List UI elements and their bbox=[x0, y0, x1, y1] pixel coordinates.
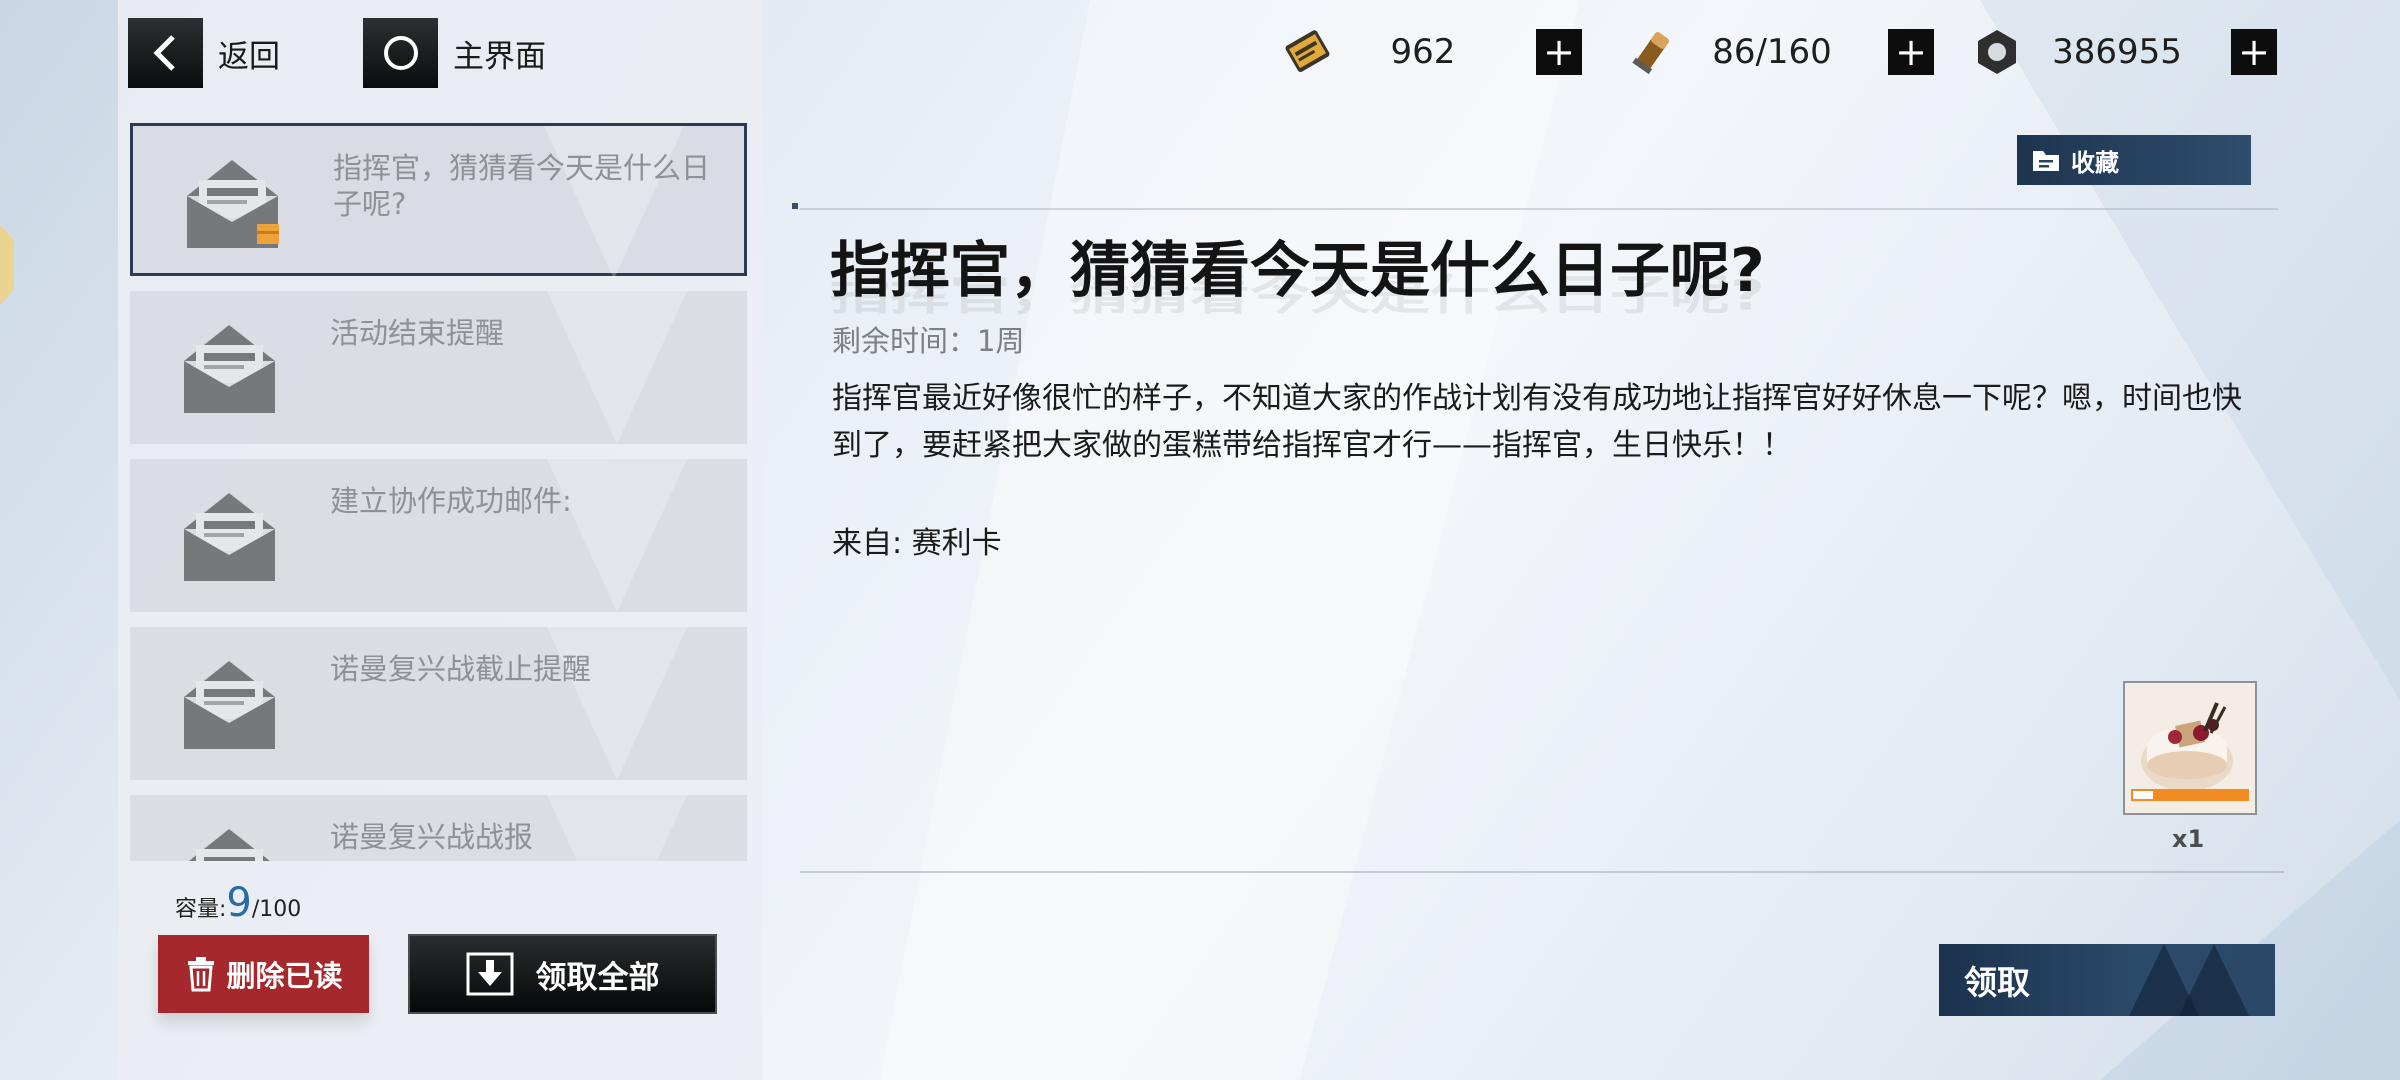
ammo-value: 86/160 bbox=[1712, 32, 1832, 72]
mail-list-item[interactable]: 指挥官，猜猜看今天是什么日子呢? bbox=[130, 123, 747, 279]
mail-list-item[interactable]: 诺曼复兴战战报 bbox=[130, 795, 747, 861]
mail-capacity: 容量:9/100 bbox=[175, 880, 301, 926]
resource-parts: 386955 + bbox=[1967, 22, 2277, 82]
add-parts-button[interactable]: + bbox=[2231, 29, 2277, 75]
divider bbox=[800, 871, 2284, 873]
divider-marker bbox=[792, 203, 798, 209]
reward-quantity: x1 bbox=[2172, 825, 2205, 853]
circle-home-icon bbox=[363, 18, 438, 88]
mail-list-item[interactable]: 诺曼复兴战截止提醒 bbox=[130, 627, 747, 780]
parts-value: 386955 bbox=[2052, 32, 2182, 72]
capacity-current: 9 bbox=[226, 880, 252, 926]
mail-body: 指挥官最近好像很忙的样子，不知道大家的作战计划有没有成功地让指挥官好好休息一下呢… bbox=[832, 381, 2242, 463]
home-button[interactable]: 主界面 bbox=[363, 18, 546, 88]
home-label: 主界面 bbox=[453, 38, 546, 75]
chevron-left-icon bbox=[128, 18, 203, 88]
delete-read-button[interactable]: 删除已读 bbox=[158, 935, 369, 1013]
item-decoration bbox=[547, 627, 687, 780]
capacity-max: /100 bbox=[251, 897, 302, 922]
claim-label: 领取 bbox=[1964, 963, 2030, 1002]
capacity-label: 容量: bbox=[175, 897, 227, 922]
mail-list-item[interactable]: 活动结束提醒 bbox=[130, 291, 747, 444]
item-decoration bbox=[547, 291, 687, 444]
battery-value: 962 bbox=[1390, 32, 1456, 72]
back-label: 返回 bbox=[218, 38, 280, 75]
add-battery-button[interactable]: + bbox=[1536, 29, 1582, 75]
favorite-button[interactable]: 收藏 bbox=[2017, 135, 2251, 185]
reward-item[interactable] bbox=[2123, 681, 2257, 815]
edge-decoration bbox=[0, 225, 14, 305]
add-ammo-button[interactable]: + bbox=[1888, 29, 1934, 75]
folder-icon bbox=[2031, 147, 2061, 173]
mail-list-item-title: 指挥官，猜猜看今天是什么日子呢? bbox=[333, 151, 711, 221]
resource-ammo: 86/160 + bbox=[1622, 22, 1934, 82]
mail-sender: 来自: 赛利卡 bbox=[832, 526, 1002, 561]
open-envelope-icon bbox=[182, 489, 277, 581]
claim-all-label: 领取全部 bbox=[535, 959, 660, 996]
delete-read-label: 删除已读 bbox=[226, 959, 343, 993]
claim-button[interactable]: 领取 bbox=[1939, 944, 2275, 1016]
gear-nut-icon bbox=[1967, 22, 2027, 82]
item-decoration bbox=[547, 459, 687, 612]
button-decoration bbox=[2179, 944, 2249, 1016]
open-envelope-attachment-icon bbox=[185, 156, 280, 248]
mail-list-item-title: 诺曼复兴战截止提醒 bbox=[330, 652, 592, 686]
mail-list[interactable]: 指挥官，猜猜看今天是什么日子呢? 活动结束提醒建立协作成功邮件: 诺曼复兴战截止提醒… bbox=[130, 123, 747, 861]
back-button[interactable]: 返回 bbox=[128, 18, 280, 88]
mail-list-item-title: 活动结束提醒 bbox=[330, 316, 505, 350]
divider bbox=[800, 208, 2278, 210]
open-envelope-icon bbox=[182, 657, 277, 749]
battery-ticket-icon bbox=[1278, 22, 1338, 82]
mail-list-item[interactable]: 建立协作成功邮件: bbox=[130, 459, 747, 612]
open-envelope-icon bbox=[182, 321, 277, 413]
remaining-time: 剩余时间：1周 bbox=[832, 324, 1025, 358]
background-shard bbox=[1980, 0, 2400, 700]
resource-battery: 962 + bbox=[1278, 22, 1582, 82]
mail-list-item-title: 诺曼复兴战战报 bbox=[330, 820, 534, 854]
download-icon bbox=[466, 952, 514, 996]
claim-all-button[interactable]: 领取全部 bbox=[408, 934, 717, 1014]
mail-list-item-title: 建立协作成功邮件: bbox=[330, 484, 572, 518]
trash-icon bbox=[184, 956, 218, 992]
favorite-label: 收藏 bbox=[2071, 148, 2119, 177]
birthday-cake-supply-icon bbox=[2125, 683, 2255, 813]
ammo-icon bbox=[1622, 22, 1682, 82]
mail-detail-title: 指挥官，猜猜看今天是什么日子呢? bbox=[830, 236, 1765, 306]
open-envelope-icon bbox=[182, 825, 277, 861]
